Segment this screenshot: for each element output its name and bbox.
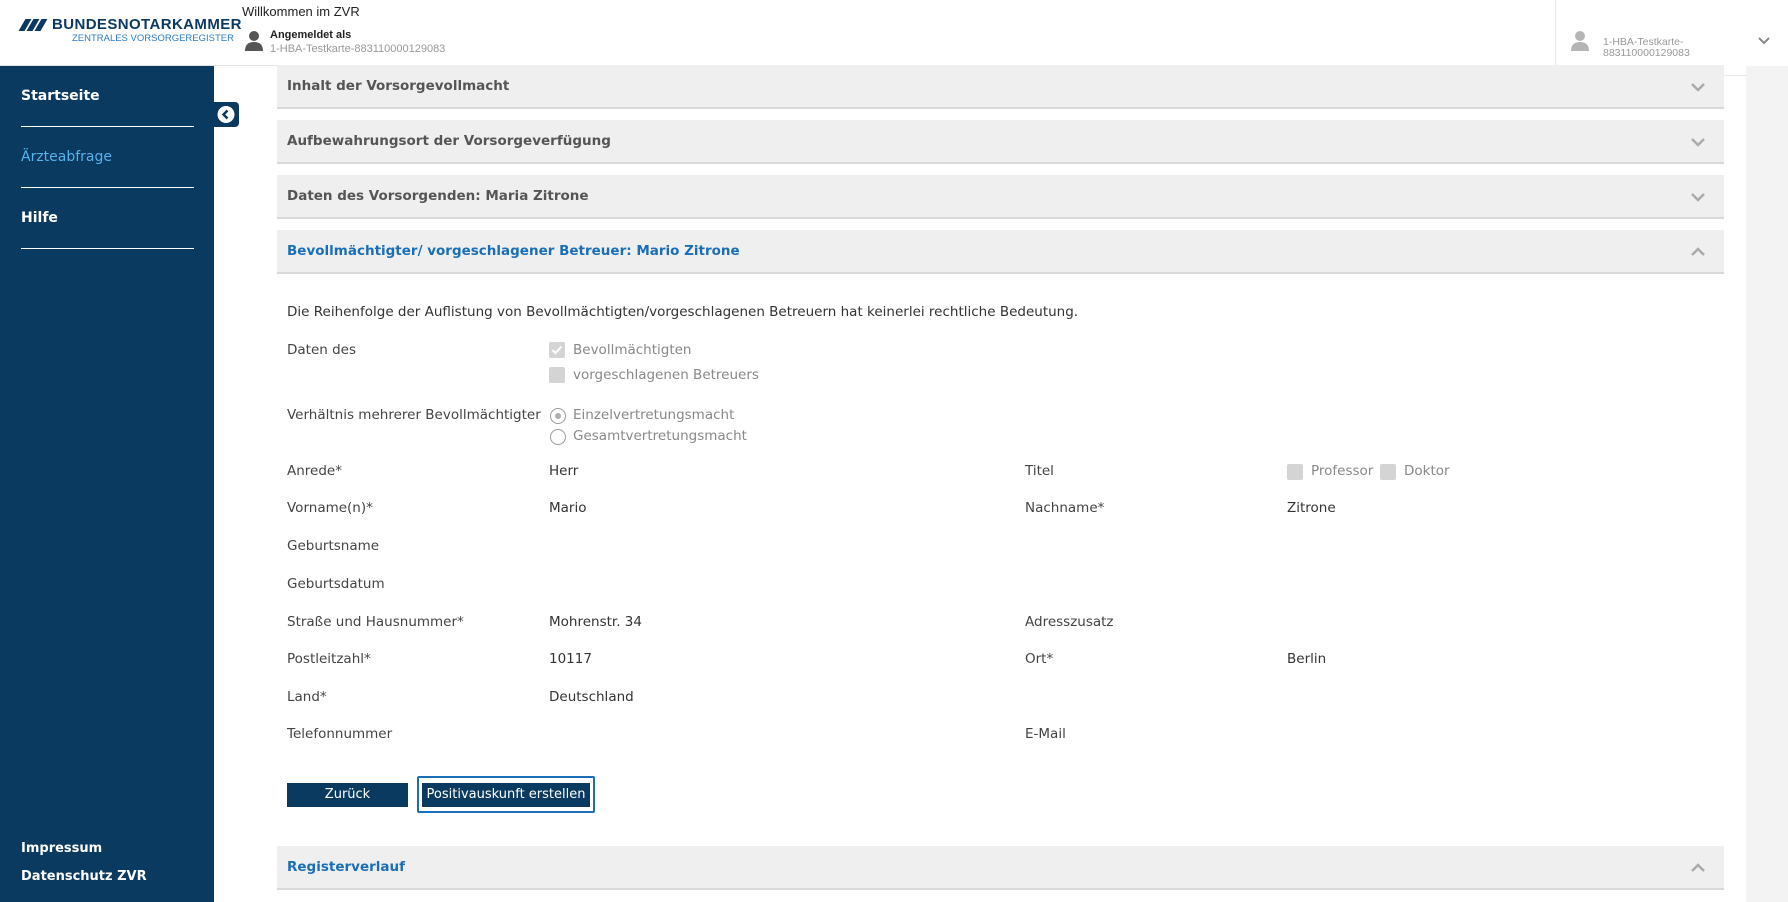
nachname-value: Zitrone (1287, 500, 1336, 516)
back-button[interactable]: Zurück (287, 783, 408, 807)
datenschutz-link[interactable]: Datenschutz ZVR (21, 869, 147, 884)
accordion-registerverlauf[interactable]: Registerverlauf (277, 846, 1724, 890)
logged-in-label: Angemeldet als (270, 29, 352, 41)
bevollmaechtigten-option-label: Bevollmächtigten (573, 342, 692, 358)
user-menu-label: 1-HBA-Testkarte- 883110000129083 (1603, 36, 1690, 59)
postleitzahl-value: 10117 (549, 651, 592, 667)
doktor-option-label: Doktor (1404, 463, 1450, 479)
logo-subtitle: ZENTRALES VORSORGEREGISTER (71, 33, 234, 44)
chevron-down-icon (1691, 193, 1705, 202)
professor-option-label: Professor (1311, 463, 1374, 479)
vorgeschlagenen-betreuers-checkbox[interactable] (549, 367, 565, 383)
logo-brand: BUNDESNOTARKAMMER (52, 16, 242, 33)
welcome-text: Willkommen im ZVR (242, 4, 360, 19)
land-label: Land* (287, 689, 327, 705)
chevron-up-icon (1691, 247, 1705, 256)
accordion-aufbewahrungsort[interactable]: Aufbewahrungsort der Vorsorgeverfügung (277, 120, 1724, 164)
impressum-link[interactable]: Impressum (21, 841, 102, 856)
create-positive-report-button[interactable]: Positivauskunft erstellen (422, 783, 590, 807)
professor-checkbox[interactable] (1287, 464, 1303, 480)
nachname-label: Nachname* (1025, 500, 1105, 516)
chevron-up-icon (1691, 863, 1705, 872)
sidebar-item-aerzteabfrage[interactable]: Ärzteabfrage (21, 127, 194, 188)
user-icon (1571, 31, 1589, 51)
scroll-gutter (1746, 66, 1788, 902)
telefon-label: Telefonnummer (287, 726, 393, 742)
land-value: Deutschland (549, 689, 634, 705)
gesamtvertretungsmacht-radio[interactable] (550, 429, 566, 445)
postleitzahl-label: Postleitzahl* (287, 651, 371, 667)
titel-label: Titel (1025, 463, 1054, 479)
chevron-down-icon (1758, 37, 1770, 45)
bevollmaechtigten-checkbox[interactable] (549, 342, 565, 358)
accordion-daten-vorsorgenden[interactable]: Daten des Vorsorgenden: Maria Zitrone (277, 175, 1724, 219)
accordion-inhalt-vorsorgevollmacht[interactable]: Inhalt der Vorsorgevollmacht (277, 65, 1724, 109)
vorname-label: Vorname(n)* (287, 500, 373, 516)
geburtsdatum-label: Geburtsdatum (287, 576, 385, 592)
chevron-left-circle-icon (217, 106, 235, 123)
vorgeschlagenen-betreuers-option-label: vorgeschlagenen Betreuers (573, 367, 759, 383)
vorname-value: Mario (549, 500, 587, 516)
sidebar: Startseite Ärzteabfrage Hilfe Impressum … (0, 66, 214, 902)
bundesnotarkammer-logo[interactable]: BUNDESNOTARKAMMER ZENTRALES VORSORGEREGI… (18, 16, 241, 46)
chevron-down-icon (1691, 83, 1705, 92)
accordion-bevollmaechtigter[interactable]: Bevollmächtigter/ vorgeschlagener Betreu… (277, 230, 1724, 274)
geburtsname-label: Geburtsname (287, 538, 380, 554)
header: BUNDESNOTARKAMMER ZENTRALES VORSORGEREGI… (0, 0, 1788, 76)
check-icon (551, 345, 563, 355)
anrede-label: Anrede* (287, 463, 342, 479)
logged-in-card: 1-HBA-Testkarte-883110000129083 (270, 43, 446, 55)
ort-value: Berlin (1287, 651, 1327, 667)
ort-label: Ort* (1025, 651, 1054, 667)
daten-des-label: Daten des (287, 342, 357, 358)
order-note: Die Reihenfolge der Auflistung von Bevol… (287, 304, 1079, 320)
gesamtvertretungsmacht-option-label: Gesamtvertretungsmacht (573, 428, 747, 444)
strasse-label: Straße und Hausnummer* (287, 614, 464, 630)
email-label: E-Mail (1025, 726, 1066, 742)
sidebar-collapse-button[interactable] (214, 102, 239, 127)
logo-stripes-icon (18, 19, 50, 31)
einzelvertretungsmacht-radio[interactable] (550, 408, 566, 424)
user-icon (245, 31, 263, 51)
doktor-checkbox[interactable] (1380, 464, 1396, 480)
verhaeltnis-label: Verhältnis mehrerer Bevollmächtigter (287, 407, 541, 423)
sidebar-item-startseite[interactable]: Startseite (21, 66, 194, 127)
strasse-value: Mohrenstr. 34 (549, 614, 642, 630)
chevron-down-icon (1691, 138, 1705, 147)
sidebar-item-hilfe[interactable]: Hilfe (21, 188, 194, 249)
anrede-value: Herr (549, 463, 579, 479)
einzelvertretungsmacht-option-label: Einzelvertretungsmacht (573, 407, 735, 423)
adresszusatz-label: Adresszusatz (1025, 614, 1114, 630)
